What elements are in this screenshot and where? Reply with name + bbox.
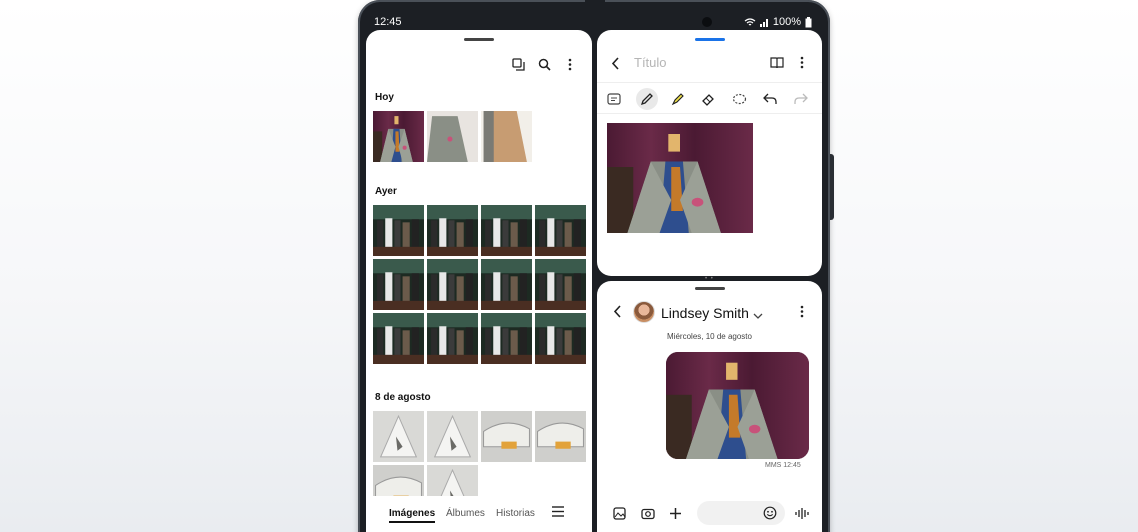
photo-thumbnail[interactable] [535,313,586,364]
photo-thumbnail[interactable] [427,411,478,462]
avatar[interactable] [633,301,655,323]
composer-bar [597,496,822,532]
battery-icon [805,16,812,27]
wifi-icon [744,17,756,25]
gallery-bottom-tabs: Imágenes Álbumes Historias [366,496,592,532]
emoji-icon[interactable] [763,506,777,525]
notes-header: Título [597,54,822,74]
plus-icon[interactable] [669,507,682,525]
voice-icon[interactable] [795,507,809,525]
photo-thumbnail[interactable] [481,313,532,364]
status-time: 12:45 [374,16,402,28]
photo-thumbnail[interactable] [481,111,532,162]
hinge-notch [585,0,605,8]
tab-stories[interactable]: Historias [496,508,535,519]
status-bar: 12:45 100% [366,12,822,32]
highlighter-icon[interactable] [669,90,687,108]
section-title-aug8: 8 de agosto [375,392,431,403]
photo-thumbnail[interactable] [427,205,478,256]
book-icon[interactable] [770,56,784,74]
back-icon[interactable] [611,57,620,75]
photo-thumbnail[interactable] [373,205,424,256]
search-icon[interactable] [536,56,552,72]
lasso-icon[interactable] [730,90,748,108]
note-image[interactable] [607,123,753,233]
photo-thumbnail[interactable] [535,205,586,256]
gallery-icon[interactable] [613,507,626,525]
battery-level: 100% [772,16,801,28]
photo-thumbnail[interactable] [427,111,478,162]
eraser-icon[interactable] [699,90,717,108]
pen-icon[interactable] [636,88,658,110]
drag-handle[interactable] [694,38,725,41]
section-title-yesterday: Ayer [375,186,397,197]
side-button [830,154,834,220]
photo-thumbnail[interactable] [373,111,424,162]
signal-icon [759,18,768,27]
photo-thumbnail[interactable] [427,313,478,364]
undo-icon[interactable] [761,90,779,108]
photo-thumbnail[interactable] [373,259,424,310]
text-icon[interactable] [605,90,623,108]
camera-icon[interactable] [641,507,655,525]
front-camera [702,17,712,27]
section-title-today: Hoy [375,92,394,103]
date-divider: Miércoles, 10 de agosto [667,332,752,341]
chevron-down-icon[interactable] [753,307,763,325]
message-input[interactable] [697,501,785,525]
messages-panel: Lindsey Smith Miércoles, 10 de agosto MM… [597,281,822,532]
photo-thumbnail[interactable] [373,411,424,462]
drag-handle[interactable] [694,287,725,290]
photo-thumbnail[interactable] [481,205,532,256]
more-icon[interactable] [562,56,578,72]
menu-icon[interactable] [552,506,564,520]
more-icon[interactable] [800,305,804,323]
conversation-header: Lindsey Smith [597,301,822,325]
photo-thumbnail[interactable] [535,411,586,462]
redo-icon[interactable] [792,90,810,108]
tab-albums[interactable]: Álbumes [446,508,485,519]
photo-thumbnail[interactable] [481,259,532,310]
back-icon[interactable] [613,305,622,323]
photo-thumbnail[interactable] [481,411,532,462]
more-icon[interactable] [800,56,804,74]
photo-thumbnail[interactable] [535,259,586,310]
photo-thumbnail[interactable] [373,313,424,364]
message-meta: MMS 12:45 [765,462,801,469]
copy-icon[interactable] [510,56,526,72]
tab-images[interactable]: Imágenes [389,508,436,523]
gallery-panel: Hoy Ayer 8 de agosto Imágenes Álbumes Hi… [366,30,592,532]
drag-handle[interactable] [464,38,494,41]
status-right: 100% [744,16,812,28]
notes-panel: Título [597,30,822,276]
message-image[interactable] [666,352,809,459]
note-title-field[interactable]: Título [634,55,667,70]
gallery-toolbar [510,56,578,72]
photo-thumbnail[interactable] [427,259,478,310]
pen-toolbar [597,82,822,114]
contact-name[interactable]: Lindsey Smith [661,305,749,321]
